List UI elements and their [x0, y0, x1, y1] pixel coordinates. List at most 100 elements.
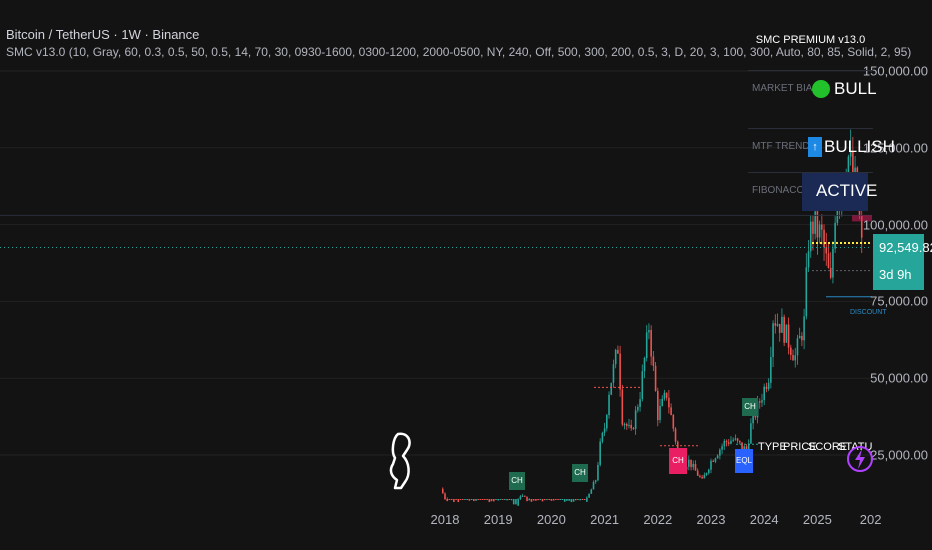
candle-bear	[650, 330, 652, 357]
candle-bull	[663, 392, 666, 399]
candle-bull	[570, 499, 573, 503]
candle-bull	[464, 499, 466, 500]
candle-bear	[619, 353, 621, 390]
candle-bull	[723, 440, 726, 447]
candle-bull	[521, 495, 524, 497]
candle-bear	[486, 499, 488, 500]
fibonacci-label: FIBONACCI	[752, 185, 807, 196]
candle-bull	[639, 399, 641, 407]
candle-bear	[455, 499, 457, 500]
x-tick-label: 2019	[483, 512, 513, 527]
candle-bull	[579, 499, 582, 501]
candle-bull	[510, 499, 513, 501]
market-bias-row: MARKET BIAS BULL	[748, 70, 877, 109]
candle-bull	[703, 474, 706, 479]
candle-bull	[645, 332, 648, 359]
candle-bull	[512, 499, 515, 505]
candle-bear	[674, 428, 677, 442]
candle-bear	[583, 499, 586, 500]
candle-bear	[690, 459, 692, 468]
candle-bull	[692, 463, 695, 468]
x-tick-label: 2021	[590, 512, 620, 527]
candle-bear	[787, 324, 790, 348]
candle-bear	[778, 323, 781, 333]
candle-bull	[568, 499, 570, 501]
candle-bull	[594, 480, 597, 482]
candle-bear	[758, 401, 761, 403]
candle-bear	[461, 499, 464, 500]
x-tick-label: 2020	[536, 512, 566, 527]
candle-bull	[601, 432, 604, 442]
candle-bear	[727, 442, 730, 444]
candle-bull	[539, 499, 542, 500]
candle-bear	[736, 438, 739, 441]
candle-bull	[546, 499, 548, 501]
candle-bull	[805, 267, 808, 317]
lightning-icon[interactable]	[846, 443, 874, 475]
candle-bear	[827, 253, 830, 268]
candle-countdown: 3d 9h	[879, 267, 912, 282]
candle-bear	[765, 386, 768, 390]
green-circle-icon	[812, 80, 830, 98]
candle-bull	[796, 338, 799, 356]
candle-bull	[763, 386, 765, 401]
candle-bear	[741, 442, 743, 450]
y-tick-label: 50,000.00	[870, 370, 928, 386]
candle-bear	[543, 499, 546, 501]
candle-bull	[506, 499, 508, 501]
current-price-tag: 92,549.82 3d 9h	[873, 234, 932, 290]
candle-bull	[599, 441, 601, 465]
candle-bull	[714, 458, 717, 462]
candle-bull	[634, 410, 637, 429]
candle-bear	[725, 440, 728, 443]
candle-bear	[444, 493, 446, 500]
candle-bull	[515, 499, 517, 505]
candle-bear	[665, 392, 668, 398]
candle-bull	[732, 439, 734, 441]
candle-bull	[588, 493, 590, 498]
candle-bull	[612, 364, 615, 383]
fibonacci-row: FIBONACCI ACTIVE	[748, 172, 877, 211]
candle-bear	[541, 499, 544, 502]
candle-bear	[621, 389, 624, 425]
candle-bear	[696, 470, 699, 476]
candle-bull	[597, 464, 599, 481]
candle-bull	[707, 469, 710, 473]
candle-bull	[721, 446, 723, 450]
ch-bear-label-2022: CH	[669, 448, 687, 474]
candle-bull	[772, 323, 774, 358]
candle-bull	[776, 323, 779, 326]
market-bias-value: BULL	[834, 79, 877, 98]
candle-bear	[524, 495, 526, 497]
candle-bull	[730, 440, 732, 444]
candle-bull	[610, 382, 613, 395]
candle-bull	[794, 355, 797, 361]
candle-bear	[459, 499, 462, 500]
candle-bull	[572, 499, 575, 502]
candle-bull	[475, 499, 477, 501]
candle-bull	[770, 357, 772, 383]
candle-bear	[532, 499, 535, 501]
candle-bear	[712, 460, 715, 462]
candle-bull	[528, 499, 531, 501]
candle-bull	[608, 394, 610, 416]
candle-bear	[446, 499, 449, 502]
candle-bull	[504, 499, 506, 500]
symbol-title[interactable]: Bitcoin / TetherUS · 1W · Binance	[6, 27, 199, 42]
ch-label-2019: CH	[509, 472, 525, 490]
x-tick-label: 2018	[430, 512, 460, 527]
candle-bull	[767, 382, 770, 390]
candle-bull	[807, 251, 810, 268]
candle-bull	[470, 499, 473, 500]
candle-bear	[654, 365, 657, 391]
candle-bear	[453, 499, 455, 502]
candle-bull	[832, 248, 834, 278]
candle-bull	[716, 455, 719, 459]
candle-bear	[484, 499, 486, 500]
current-price: 92,549.82	[879, 240, 932, 255]
candle-bear	[552, 499, 555, 501]
market-bias-label: MARKET BIAS	[752, 83, 820, 94]
candle-bull	[798, 335, 801, 339]
candle-bull	[566, 499, 568, 501]
candle-bull	[586, 497, 588, 502]
